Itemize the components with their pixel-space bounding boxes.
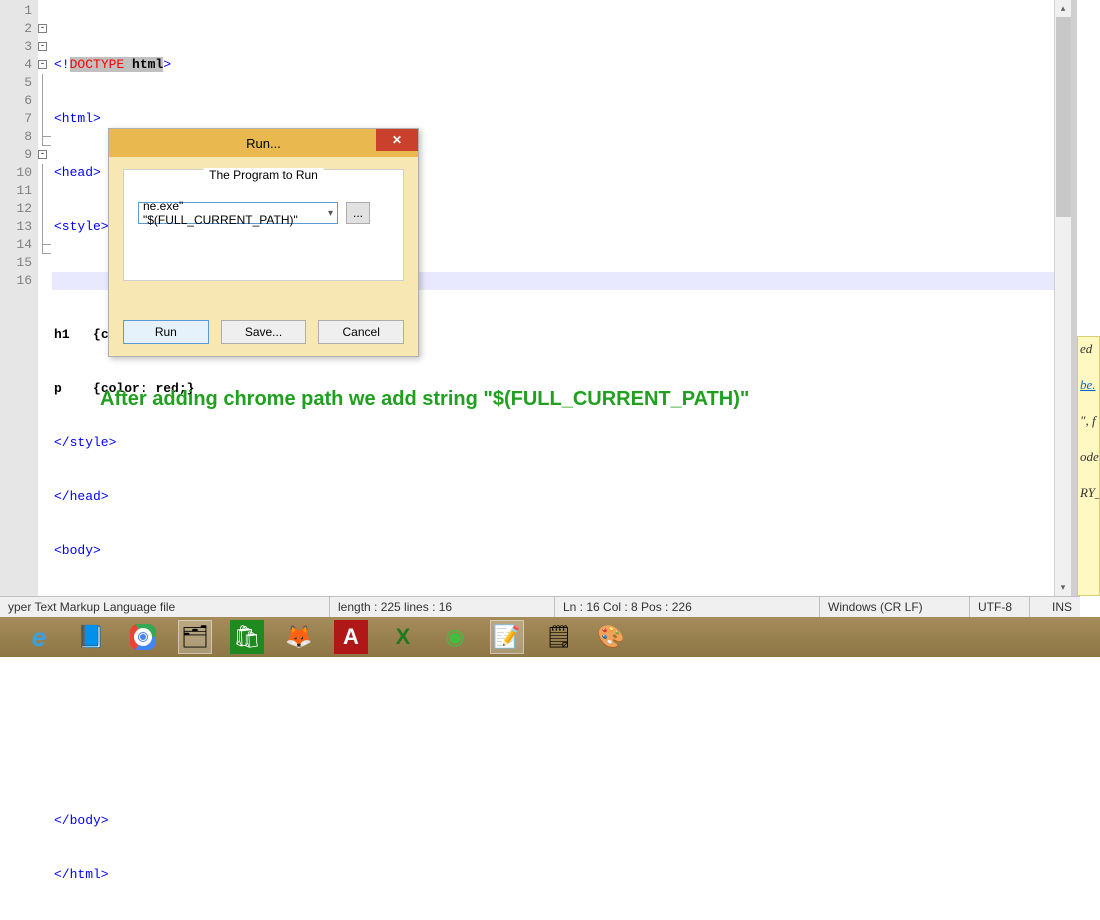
annotation-text: After adding chrome path we add string "… xyxy=(100,388,749,411)
fold-column: - - - - xyxy=(38,0,52,596)
status-position: Ln : 16 Col : 8 Pos : 226 xyxy=(555,597,820,617)
status-length: length : 225 lines : 16 xyxy=(330,597,555,617)
code-text: </style> xyxy=(54,434,1071,452)
save-button[interactable]: Save... xyxy=(221,320,307,344)
line-number: 10 xyxy=(2,164,32,182)
line-number: 15 xyxy=(2,254,32,272)
status-filetype: yper Text Markup Language file xyxy=(0,597,330,617)
line-number: 14 xyxy=(2,236,32,254)
status-eol[interactable]: Windows (CR LF) xyxy=(820,597,970,617)
sticky-text: ode xyxy=(1080,449,1097,465)
code-text: html xyxy=(132,57,163,72)
sticky-notes-icon[interactable]: 🗒 xyxy=(542,620,576,654)
code-text: p xyxy=(54,381,93,396)
statusbar: yper Text Markup Language file length : … xyxy=(0,596,1080,617)
line-number: 5 xyxy=(2,74,32,92)
taskbar[interactable]: e 📘 🗂 🛍 🦊 A X ◉ 📝 🗒 🎨 xyxy=(0,617,1100,657)
green-app-icon[interactable]: ◉ xyxy=(438,620,472,654)
blank-area xyxy=(0,657,1100,768)
chrome-icon[interactable] xyxy=(126,620,160,654)
line-gutter: 1 2 3 4 5 6 7 8 9 10 11 12 13 14 15 16 xyxy=(0,0,38,596)
code-text: DOCTYPE xyxy=(70,57,132,72)
line-number: 12 xyxy=(2,200,32,218)
fold-toggle-icon[interactable]: - xyxy=(38,60,47,69)
fold-toggle-icon[interactable]: - xyxy=(38,150,47,159)
dialog-titlebar[interactable]: Run... ✕ xyxy=(109,129,418,157)
line-number: 6 xyxy=(2,92,32,110)
combo-value: ne.exe" "$(FULL_CURRENT_PATH)" xyxy=(143,199,328,227)
line-number: 11 xyxy=(2,182,32,200)
code-text: { xyxy=(93,327,101,342)
line-number: 16 xyxy=(2,272,32,290)
store-icon[interactable]: 🛍 xyxy=(230,620,264,654)
sticky-text: ", f xyxy=(1080,413,1097,429)
sticky-text: RY_ xyxy=(1080,485,1097,501)
dialog-buttons: Run Save... Cancel xyxy=(123,320,404,344)
code-text: </head> xyxy=(54,488,1071,506)
fold-toggle-icon[interactable]: - xyxy=(38,24,47,33)
code-text: > xyxy=(163,57,171,72)
line-number: 8 xyxy=(2,128,32,146)
cancel-button[interactable]: Cancel xyxy=(318,320,404,344)
line-number: 9 xyxy=(2,146,32,164)
status-encoding[interactable]: UTF-8 xyxy=(970,597,1030,617)
dialog-title: Run... xyxy=(246,136,281,151)
line-number: 1 xyxy=(2,2,32,20)
sticky-text: ed xyxy=(1080,341,1097,357)
group-label: The Program to Run xyxy=(203,168,324,182)
close-button[interactable]: ✕ xyxy=(376,129,418,151)
browse-button[interactable]: ... xyxy=(346,202,370,224)
scroll-thumb[interactable] xyxy=(1056,17,1071,217)
firefox-icon[interactable]: 🦊 xyxy=(282,620,316,654)
line-number: 3 xyxy=(2,38,32,56)
chevron-down-icon[interactable]: ▾ xyxy=(328,208,333,219)
fold-toggle-icon[interactable]: - xyxy=(38,42,47,51)
code-text: <body> xyxy=(54,542,1071,560)
code-text: <html> xyxy=(54,110,1071,128)
code-text: h1 xyxy=(54,327,93,342)
scroll-up-icon[interactable]: ▴ xyxy=(1055,0,1071,17)
scroll-down-icon[interactable]: ▾ xyxy=(1055,579,1071,596)
program-combo[interactable]: ne.exe" "$(FULL_CURRENT_PATH)" ▾ xyxy=(138,202,338,224)
adobe-reader-icon[interactable]: A xyxy=(334,620,368,654)
sticky-note[interactable]: ed be. ", f ode RY_ xyxy=(1077,336,1100,596)
line-number: 13 xyxy=(2,218,32,236)
paint-icon[interactable]: 🎨 xyxy=(594,620,628,654)
close-icon: ✕ xyxy=(392,133,402,147)
code-text: <! xyxy=(54,57,70,72)
dialog-body: The Program to Run ne.exe" "$(FULL_CURRE… xyxy=(123,169,404,281)
file-explorer-icon[interactable]: 🗂 xyxy=(178,620,212,654)
journal-icon[interactable]: 📘 xyxy=(74,620,108,654)
vertical-scrollbar[interactable]: ▴ ▾ xyxy=(1054,0,1071,596)
line-number: 4 xyxy=(2,56,32,74)
notepadpp-icon[interactable]: 📝 xyxy=(490,620,524,654)
code-text: </body> xyxy=(54,812,1071,830)
sticky-link[interactable]: be. xyxy=(1080,377,1097,393)
line-number: 7 xyxy=(2,110,32,128)
line-number: 2 xyxy=(2,20,32,38)
excel-icon[interactable]: X xyxy=(386,620,420,654)
run-button[interactable]: Run xyxy=(123,320,209,344)
run-dialog: Run... ✕ The Program to Run ne.exe" "$(F… xyxy=(108,128,419,357)
status-insert-mode[interactable]: INS xyxy=(1030,597,1080,617)
ie-icon[interactable]: e xyxy=(22,620,56,654)
code-text: </html> xyxy=(54,866,1071,884)
